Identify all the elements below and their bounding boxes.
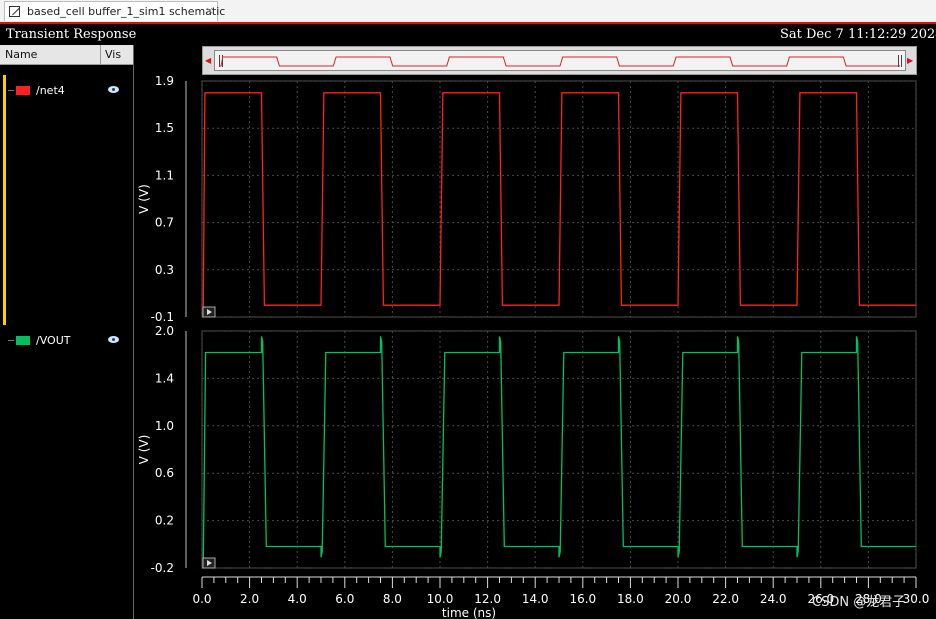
x-tick-label: 22.0 <box>712 592 739 606</box>
y-axis-label: V (V) <box>137 435 151 465</box>
y-tick-label: 1.4 <box>155 371 174 385</box>
y-tick-label: -0.1 <box>151 310 174 324</box>
x-tick-label: 14.0 <box>522 592 549 606</box>
x-tick-label: 18.0 <box>617 592 644 606</box>
y-tick-label: 1.5 <box>155 121 174 135</box>
x-tick-label: 6.0 <box>335 592 354 606</box>
x-tick-label: 30.0 <box>903 592 930 606</box>
y-tick-label: 2.0 <box>155 324 174 338</box>
y-tick-label: 0.7 <box>155 216 174 230</box>
x-tick-label: 20.0 <box>665 592 692 606</box>
plot-frame <box>201 330 917 569</box>
x-tick-label: 4.0 <box>288 592 307 606</box>
y-tick-label: 1.0 <box>155 419 174 433</box>
x-tick-label: 12.0 <box>474 592 501 606</box>
x-tick-label: 0.0 <box>192 592 211 606</box>
y-tick-label: 1.1 <box>155 168 174 182</box>
waveform-plot: 1.9 1.5 1.1 0.7 0.3 -0.1 V (V) 2.0 1.4 1.0 0.6 0.2 -… <box>137 74 930 619</box>
x-tick-label: 8.0 <box>383 592 402 606</box>
x-tick-label: 2.0 <box>240 592 259 606</box>
strip-0: 1.9 1.5 1.1 0.7 0.3 -0.1 V (V) <box>137 74 917 324</box>
x-axis-label: time (ns) <box>442 606 496 619</box>
y-tick-label: -0.2 <box>151 561 174 575</box>
trace-line-0 <box>202 92 916 318</box>
watermark: CSDN @龙君子 <box>812 595 905 610</box>
y-tick-label: 0.3 <box>155 263 174 277</box>
y-tick-label: 0.2 <box>155 514 174 528</box>
x-tick-label: 10.0 <box>427 592 454 606</box>
y-tick-label: 0.6 <box>155 466 174 480</box>
x-tick-label: 24.0 <box>760 592 787 606</box>
y-axis-label: V (V) <box>137 184 151 214</box>
y-tick-label: 1.9 <box>155 74 174 88</box>
strip-1: 2.0 1.4 1.0 0.6 0.2 -0.2 V (V) <box>137 324 917 575</box>
trace-line-1 <box>202 336 916 569</box>
x-tick-label: 16.0 <box>569 592 596 606</box>
